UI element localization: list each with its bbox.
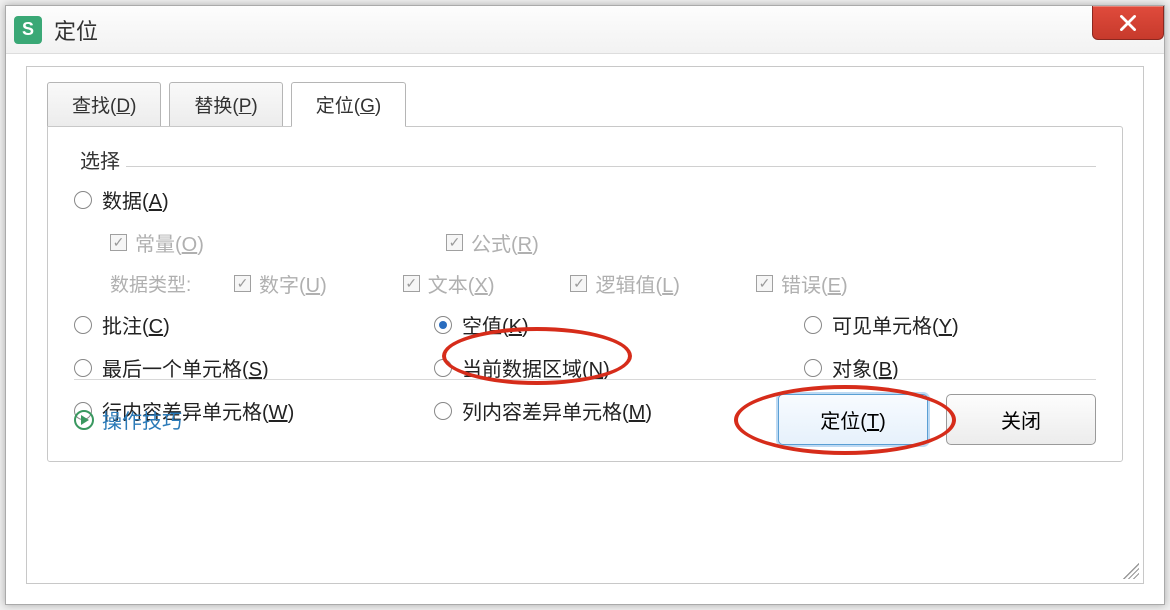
- option-data-label: 数据(A): [102, 185, 169, 214]
- close-window-button[interactable]: [1092, 6, 1164, 40]
- titlebar[interactable]: S 定位: [6, 6, 1164, 54]
- tab-label: 查找(D): [72, 96, 136, 117]
- option-constant-label: 常量(O): [135, 228, 204, 257]
- radio-blank[interactable]: [434, 316, 452, 334]
- checkbox-logical[interactable]: [570, 275, 587, 292]
- option-objects-label: 对象(B): [832, 353, 899, 382]
- goto-button[interactable]: 定位(T): [778, 394, 928, 445]
- tab-find[interactable]: 查找(D): [47, 82, 161, 127]
- dialog-footer: 操作技巧 定位(T) 关闭: [74, 379, 1096, 445]
- radio-visible[interactable]: [804, 316, 822, 334]
- radio-data[interactable]: [74, 191, 92, 209]
- radio-comment[interactable]: [74, 316, 92, 334]
- radio-current-region[interactable]: [434, 359, 452, 377]
- close-icon: [1117, 12, 1139, 34]
- dialog-content: 查找(D) 替换(P) 定位(G) 选择 数据(A) 常量(O): [26, 66, 1144, 584]
- checkbox-text[interactable]: [403, 275, 420, 292]
- data-type-label: 数据类型:: [110, 270, 198, 297]
- tab-bar: 查找(D) 替换(P) 定位(G): [47, 81, 1143, 126]
- checkbox-constant[interactable]: [110, 234, 127, 251]
- dialog-window: S 定位 查找(D) 替换(P) 定位(G) 选择 数据(A): [5, 5, 1165, 605]
- play-icon: [74, 410, 94, 430]
- group-divider: [124, 166, 1096, 167]
- checkbox-formula[interactable]: [446, 234, 463, 251]
- option-number-label: 数字(U): [259, 269, 327, 298]
- option-visible-label: 可见单元格(Y): [832, 310, 959, 339]
- option-current-region-label: 当前数据区域(N): [462, 353, 610, 382]
- close-button[interactable]: 关闭: [946, 394, 1096, 445]
- checkbox-error[interactable]: [756, 275, 773, 292]
- option-error-label: 错误(E): [781, 269, 848, 298]
- option-formula-label: 公式(R): [471, 228, 539, 257]
- window-title: 定位: [54, 14, 98, 46]
- tips-label: 操作技巧: [102, 405, 182, 434]
- tips-link[interactable]: 操作技巧: [74, 405, 182, 434]
- option-blank-label: 空值(K): [462, 310, 529, 339]
- tab-goto[interactable]: 定位(G): [291, 82, 406, 127]
- option-text-label: 文本(X): [428, 269, 495, 298]
- tab-replace[interactable]: 替换(P): [169, 82, 282, 127]
- close-button-label: 关闭: [1001, 411, 1041, 433]
- radio-objects[interactable]: [804, 359, 822, 377]
- tab-label: 替换(P): [194, 96, 257, 117]
- option-logical-label: 逻辑值(L): [595, 269, 679, 298]
- tab-label: 定位(G): [316, 96, 381, 117]
- app-icon: S: [14, 16, 42, 44]
- option-last-cell-label: 最后一个单元格(S): [102, 353, 269, 382]
- group-label: 选择: [74, 145, 126, 174]
- goto-panel: 选择 数据(A) 常量(O) 公式(R): [47, 126, 1123, 462]
- checkbox-number[interactable]: [234, 275, 251, 292]
- resize-grip[interactable]: [1123, 563, 1139, 579]
- goto-button-label: 定位(T): [820, 411, 886, 433]
- option-comment-label: 批注(C): [102, 310, 170, 339]
- radio-last-cell[interactable]: [74, 359, 92, 377]
